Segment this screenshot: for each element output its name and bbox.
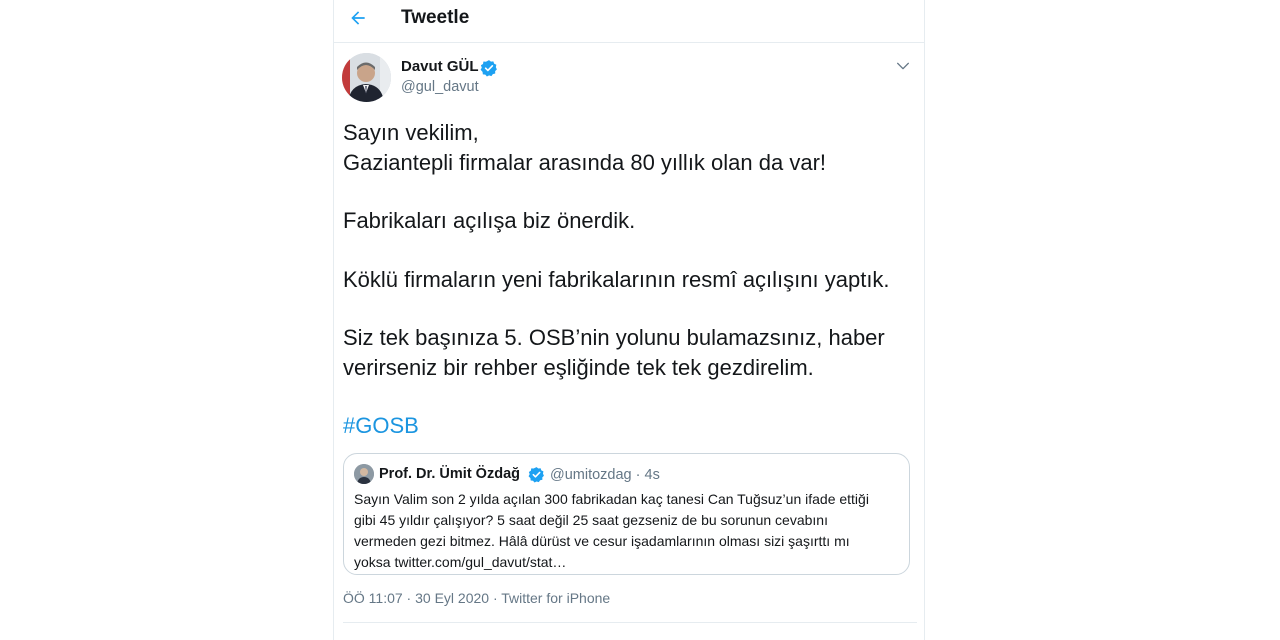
tweet-column: Tweetle Davut GÜL @gul_davut Sayın vekil… bbox=[333, 0, 925, 640]
page-header: Tweetle bbox=[334, 0, 924, 43]
author-name[interactable]: Davut GÜL bbox=[401, 58, 479, 75]
verified-badge-icon bbox=[528, 467, 544, 483]
chevron-down-icon[interactable] bbox=[895, 58, 911, 74]
page-title: Tweetle bbox=[401, 7, 470, 28]
author-handle[interactable]: @gul_davut bbox=[401, 79, 479, 95]
tweet-line: Gaziantepli firmalar arasında 80 yıllık … bbox=[343, 149, 827, 175]
tweet-line: verirseniz bir rehber eşliğinde tek tek … bbox=[343, 354, 814, 380]
quoted-tweet[interactable]: Prof. Dr. Ümit Özdağ @umitozdag · 4s Say… bbox=[343, 453, 910, 575]
hashtag-link[interactable]: #GOSB bbox=[343, 411, 918, 441]
avatar[interactable] bbox=[342, 53, 391, 102]
quoted-line: Sayın Valim son 2 yılda açılan 300 fabri… bbox=[354, 491, 869, 507]
tweet-line: Fabrikaları açılışa biz önerdik. bbox=[343, 208, 636, 233]
quoted-avatar[interactable] bbox=[354, 464, 374, 484]
divider bbox=[343, 622, 917, 623]
tweet-timestamp[interactable]: ÖÖ 11:07 · 30 Eyl 2020 · Twitter for iPh… bbox=[343, 590, 610, 606]
tweet-line: Köklü firmaların yeni fabrikalarının res… bbox=[343, 266, 890, 292]
arrow-left-icon[interactable] bbox=[348, 8, 368, 28]
quoted-line: vermeden gezi bitmez. Hâlâ dürüst ve ces… bbox=[354, 533, 850, 549]
tweet-line: Sayın vekilim, bbox=[343, 120, 479, 145]
quoted-author-name[interactable]: Prof. Dr. Ümit Özdağ bbox=[379, 466, 520, 482]
quoted-line: yoksa twitter.com/gul_davut/stat… bbox=[354, 554, 567, 570]
quoted-handle-time: @umitozdag · 4s bbox=[550, 467, 660, 483]
quoted-line: gibi 45 yıldır çalışıyor? 5 saat değil 2… bbox=[354, 512, 828, 528]
verified-badge-icon bbox=[480, 60, 497, 77]
tweet-text: Sayın vekilim, Gaziantepli firmalar aras… bbox=[343, 118, 918, 441]
quoted-tweet-text: Sayın Valim son 2 yılda açılan 300 fabri… bbox=[354, 489, 901, 573]
tweet-line: Siz tek başınıza 5. OSB’nin yolunu bulam… bbox=[343, 325, 885, 350]
